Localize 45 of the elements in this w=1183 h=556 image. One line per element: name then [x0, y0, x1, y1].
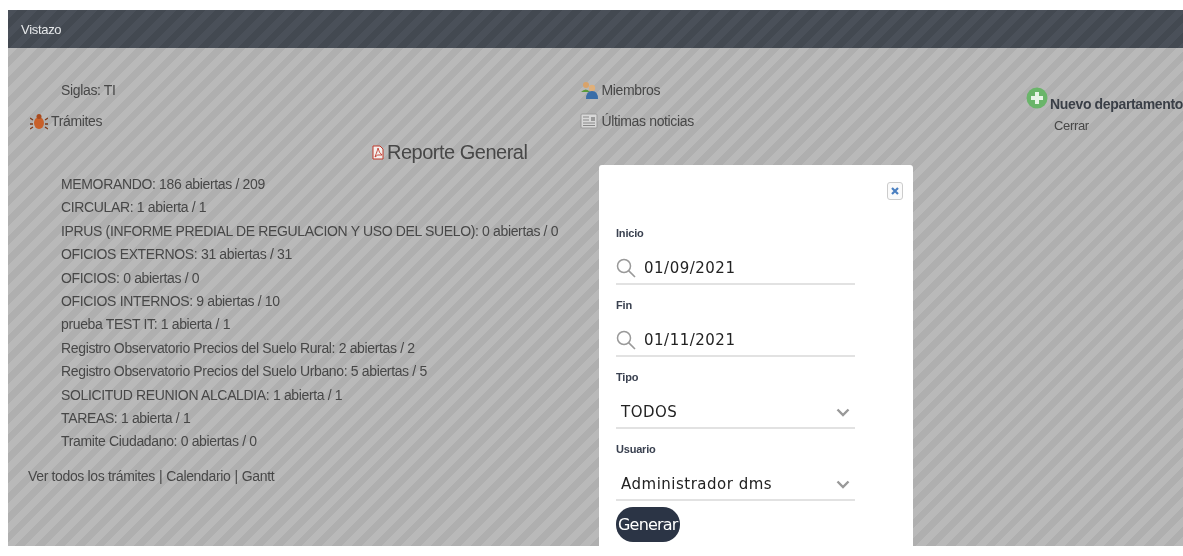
search-icon: [616, 330, 636, 350]
field-label: Usuario: [616, 443, 657, 455]
footer-link[interactable]: Gantt: [241, 466, 275, 485]
procedures-link[interactable]: Trámites: [51, 112, 103, 130]
search-icon: [616, 258, 636, 278]
chevron-down-icon: [836, 479, 850, 489]
people-icon: [580, 81, 599, 99]
procedure-count: OFICIOS INTERNOS: 9 abiertas / 10: [61, 292, 281, 312]
link-separator: |: [158, 466, 163, 485]
close-icon: [891, 187, 899, 195]
generate-button[interactable]: Generar: [616, 507, 680, 542]
field-label: Inicio: [616, 227, 645, 239]
newspaper-icon: [580, 112, 599, 130]
panel-title: Vistazo: [21, 21, 62, 37]
department-acronym: Siglas: TI: [61, 81, 117, 99]
close-link[interactable]: Cerrar: [1054, 118, 1183, 133]
procedure-count: SOLICITUD REUNION ALCALDIA: 1 abierta / 1: [61, 385, 344, 405]
procedure-count: Registro Observatorio Precios del Suelo Urbano: 5 abiertas / 5: [61, 362, 428, 382]
procedure-count: prueba TEST IT: 1 abierta / 1: [61, 315, 232, 335]
bug-icon: [30, 112, 48, 130]
procedure-count: OFICIOS EXTERNOS: 31 abiertas / 31: [61, 245, 293, 265]
procedure-count: MEMORANDO: 186 abiertas / 209: [61, 175, 266, 194]
date-field[interactable]: 01/11/2021: [616, 325, 855, 357]
field-label: Tipo: [616, 371, 640, 383]
procedure-count: TAREAS: 1 abierta / 1: [61, 409, 192, 429]
footer-link[interactable]: Ver todos los trámites: [28, 466, 155, 485]
plus-icon: [1026, 87, 1049, 109]
footer-link[interactable]: Calendario: [166, 466, 231, 485]
dropdown-field[interactable]: TODOS: [616, 397, 855, 429]
procedure-count: IPRUS (INFORME PREDIAL DE REGULACION Y USO DEL SUELO): 0 abiertas / 0: [61, 221, 560, 241]
close-button[interactable]: [887, 182, 903, 200]
procedure-count: OFICIOS: 0 abiertas / 0: [61, 268, 201, 288]
chevron-down-icon: [836, 407, 850, 417]
dropdown-field[interactable]: Administrador dms: [616, 469, 855, 501]
procedure-count: Registro Observatorio Precios del Suelo Rural: 2 abiertas / 2: [61, 338, 416, 358]
procedure-count: CIRCULAR: 1 abierta / 1: [61, 198, 208, 218]
field-label: Fin: [616, 299, 633, 311]
pdf-icon: [372, 145, 384, 160]
link-separator: |: [234, 466, 238, 485]
news-link[interactable]: Últimas noticias: [601, 112, 694, 130]
new-department-button[interactable]: Nuevo departamento: [1026, 87, 1183, 112]
procedure-count: Tramite Ciudadano: 0 abiertas / 0: [61, 432, 258, 452]
report-link[interactable]: Reporte General: [387, 141, 528, 164]
date-field[interactable]: 01/09/2021: [616, 253, 855, 285]
members-link[interactable]: Miembros: [601, 81, 661, 99]
